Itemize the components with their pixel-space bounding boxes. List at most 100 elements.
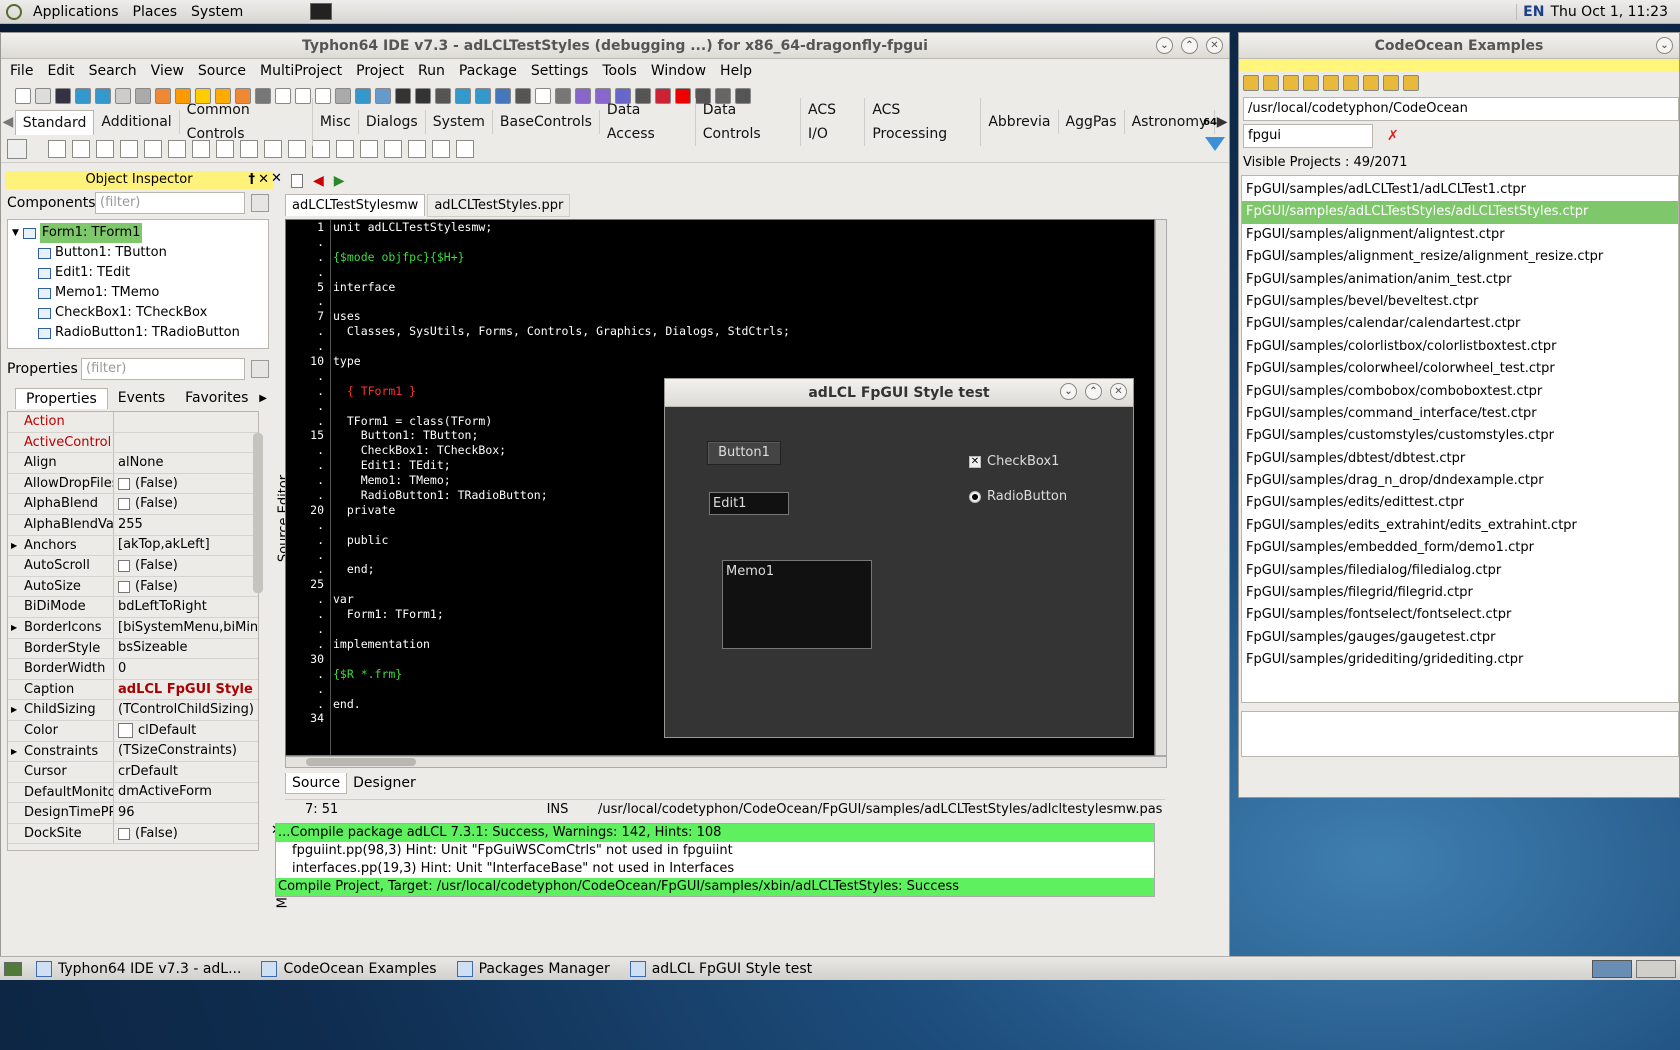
palette-tab-data-access[interactable]: Data Access: [600, 98, 696, 146]
clock[interactable]: Thu Oct 1, 11:23: [1550, 4, 1680, 20]
clear-props-filter-icon[interactable]: [251, 360, 269, 378]
codeocean-title-bar[interactable]: CodeOcean Examples ⌄: [1239, 33, 1679, 59]
project-list-item[interactable]: FpGUI/samples/combobox/comboboxtest.ctpr: [1242, 381, 1678, 403]
property-row[interactable]: Cursor crDefault: [8, 762, 258, 783]
nav-back-icon[interactable]: ◀: [313, 173, 324, 189]
message-line[interactable]: fpguiint.pp(98,3) Hint: Unit "FpGuiWSCom…: [276, 842, 1154, 860]
property-value[interactable]: adLCL FpGUI Style: [114, 680, 258, 700]
project-list-item[interactable]: FpGUI/samples/adLCLTest1/adLCLTest1.ctpr: [1242, 179, 1678, 201]
bool-checkbox-icon[interactable]: [118, 559, 130, 572]
property-row[interactable]: DesignTimePP 96: [8, 803, 258, 824]
button1[interactable]: Button1: [707, 441, 781, 465]
close-button[interactable]: ✕: [1206, 37, 1223, 54]
property-value[interactable]: [114, 412, 258, 432]
bool-checkbox-icon[interactable]: [118, 477, 130, 490]
property-value[interactable]: [akTop,akLeft]: [114, 536, 258, 556]
palette-tab-dialogs[interactable]: Dialogs: [359, 110, 426, 134]
nav-forward-icon[interactable]: ▶: [334, 173, 345, 189]
project-list-item[interactable]: FpGUI/samples/calendar/calendartest.ctpr: [1242, 313, 1678, 335]
project-list-item[interactable]: FpGUI/samples/gridediting/gridediting.ct…: [1242, 649, 1678, 671]
memo1[interactable]: Memo1: [722, 560, 872, 649]
radiobutton1-circle[interactable]: [969, 490, 981, 503]
palette-scroll-right-icon[interactable]: ▶: [1215, 114, 1229, 130]
form-minimize-button[interactable]: ⌄: [1060, 383, 1077, 400]
codeocean-search-input[interactable]: fpgui: [1243, 124, 1373, 148]
property-row[interactable]: AllowDropFiles (False): [8, 473, 258, 495]
palette-tab-data-controls[interactable]: Data Controls: [696, 98, 802, 146]
palette-tab-additional[interactable]: Additional: [94, 110, 180, 134]
project-list-item[interactable]: FpGUI/samples/filegrid/filegrid.ctpr: [1242, 582, 1678, 604]
property-row[interactable]: ▶ Constraints (TSizeConstraints): [8, 741, 258, 763]
project-list-item[interactable]: FpGUI/samples/customstyles/customstyles.…: [1242, 425, 1678, 447]
checkbox1-box[interactable]: ✕: [969, 455, 981, 468]
form-title-bar[interactable]: adLCL FpGUI Style test ⌄ ⌃ ✕: [665, 379, 1133, 407]
properties-filter-input[interactable]: (filter): [81, 358, 245, 380]
property-value[interactable]: (False): [114, 824, 258, 844]
terminal-launcher-icon[interactable]: [310, 3, 333, 20]
project-list-item[interactable]: FpGUI/samples/fontselect/fontselect.ctpr: [1242, 604, 1678, 626]
palette-tab-abbrevia[interactable]: Abbrevia: [981, 110, 1059, 134]
project-list-item[interactable]: FpGUI/samples/colorwheel/colorwheel_test…: [1242, 358, 1678, 380]
property-value[interactable]: (False): [114, 474, 258, 494]
property-row[interactable]: ▶ Anchors [akTop,akLeft]: [8, 535, 258, 557]
property-value[interactable]: (False): [114, 577, 258, 597]
inspector-tab-events[interactable]: Events: [108, 388, 175, 408]
property-row[interactable]: ActiveControl: [8, 432, 258, 454]
project-list-item[interactable]: FpGUI/samples/edits_extrahint/edits_extr…: [1242, 515, 1678, 537]
editor-vscrollbar[interactable]: [1155, 219, 1167, 756]
task-packages-manager[interactable]: Packages Manager: [451, 957, 616, 981]
project-list-item[interactable]: FpGUI/samples/command_interface/test.ctp…: [1242, 403, 1678, 425]
palette-tab-standard[interactable]: Standard: [14, 109, 95, 135]
menu-run[interactable]: Run: [411, 59, 452, 83]
bool-checkbox-icon[interactable]: [118, 827, 130, 840]
project-list-item[interactable]: FpGUI/samples/adLCLTestStyles/adLCLTestS…: [1242, 201, 1678, 224]
menu-help[interactable]: Help: [713, 59, 759, 83]
property-value[interactable]: (False): [114, 556, 258, 576]
editor-hscrollbar[interactable]: [285, 756, 1167, 768]
codeocean-path[interactable]: /usr/local/codetyphon/CodeOcean: [1243, 97, 1679, 121]
tools-icon[interactable]: [1403, 75, 1419, 91]
property-row[interactable]: DockSite (False): [8, 823, 258, 845]
distro-logo-icon[interactable]: [6, 3, 22, 20]
tree-item[interactable]: Memo1: TMemo: [8, 283, 268, 303]
bool-checkbox-icon[interactable]: [118, 498, 130, 511]
build-all-icon[interactable]: [1263, 75, 1279, 91]
property-value[interactable]: bsSizeable: [114, 639, 258, 659]
system-menu[interactable]: System: [184, 0, 250, 24]
palette-tab-common-controls[interactable]: Common Controls: [180, 98, 313, 146]
property-value[interactable]: clDefault: [114, 721, 258, 741]
tree-item[interactable]: Button1: TButton: [8, 243, 268, 263]
tabs-scroll-right-icon[interactable]: ▶: [259, 393, 267, 404]
editor-close-icon[interactable]: ✕: [271, 171, 282, 186]
property-row[interactable]: BorderStyle bsSizeable: [8, 638, 258, 660]
task-codeocean[interactable]: CodeOcean Examples: [255, 957, 442, 981]
palette-tab-basecontrols[interactable]: BaseControls: [493, 110, 600, 134]
message-line[interactable]: interfaces.pp(19,3) Hint: Unit "Interfac…: [276, 860, 1154, 878]
menu-tools[interactable]: Tools: [595, 59, 644, 83]
places-menu[interactable]: Places: [126, 0, 185, 24]
minimize-button[interactable]: ⌄: [1156, 37, 1173, 54]
property-value[interactable]: crDefault: [114, 762, 258, 782]
editor-bottom-tab-source[interactable]: Source: [285, 772, 348, 794]
tree-item[interactable]: ▼ Form1: TForm1: [8, 223, 268, 243]
property-grid-scrollbar[interactable]: [253, 433, 263, 593]
property-row[interactable]: ▶ BorderIcons [biSystemMenu,biMin: [8, 617, 258, 639]
maximize-button[interactable]: ⌃: [1181, 37, 1198, 54]
clean-icon[interactable]: [1323, 75, 1339, 91]
property-row[interactable]: BiDiMode bdLeftToRight: [8, 597, 258, 618]
ide-title-bar[interactable]: Typhon64 IDE v7.3 - adLCLTestStyles (deb…: [1, 33, 1229, 59]
codeocean-collapse-button[interactable]: ⌄: [1656, 37, 1673, 54]
folder-icon[interactable]: [1363, 75, 1379, 91]
palette-tab-system[interactable]: System: [426, 110, 493, 134]
show-desktop-icon[interactable]: [4, 961, 22, 976]
tree-item[interactable]: RadioButton1: TRadioButton: [8, 323, 268, 343]
property-value[interactable]: (TControlChildSizing): [114, 700, 258, 720]
project-list-item[interactable]: FpGUI/samples/alignment/aligntest.ctpr: [1242, 224, 1678, 246]
message-line[interactable]: ...Compile package adLCL 7.3.1: Success,…: [276, 824, 1154, 842]
readme-icon[interactable]: [1303, 75, 1319, 91]
project-list-item[interactable]: FpGUI/samples/drag_n_drop/dndexample.ctp…: [1242, 470, 1678, 492]
applications-menu[interactable]: Applications: [26, 0, 126, 24]
tree-item[interactable]: Edit1: TEdit: [8, 263, 268, 283]
palette-tab-aggpas[interactable]: AggPas: [1059, 110, 1125, 134]
download-arrow-icon[interactable]: [1205, 137, 1225, 151]
